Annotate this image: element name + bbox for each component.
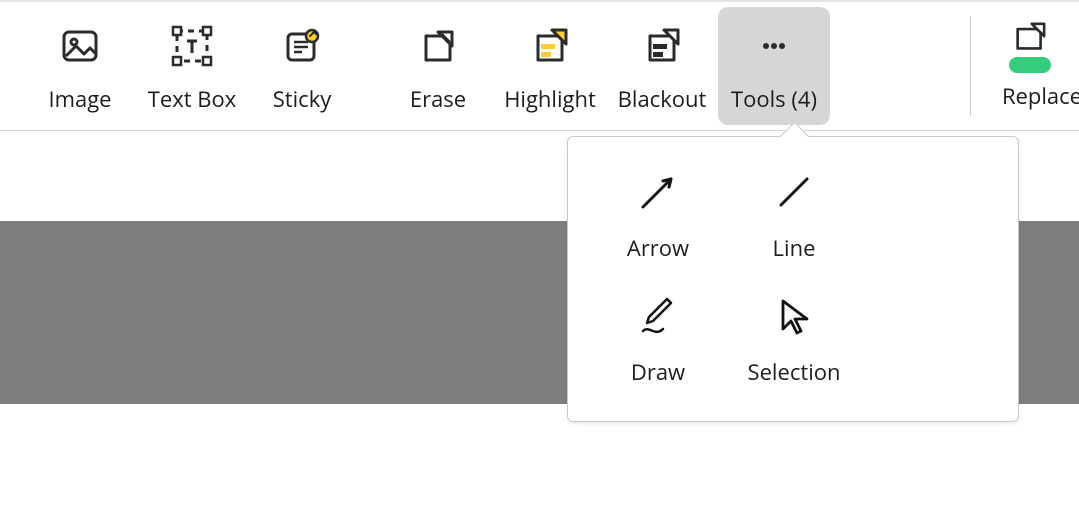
replace-button[interactable]: Replace	[971, 2, 1079, 130]
textbox-icon	[170, 24, 214, 68]
replace-label: Replace	[978, 81, 1079, 111]
sticky-button[interactable]: Sticky	[248, 7, 356, 125]
more-icon	[752, 24, 796, 68]
draw-icon	[631, 289, 685, 343]
highlight-button[interactable]: Highlight	[494, 7, 606, 125]
blackout-button[interactable]: Blackout	[606, 7, 718, 125]
draw-label: Draw	[631, 357, 685, 387]
sticky-label: Sticky	[273, 84, 332, 114]
line-icon	[767, 165, 821, 219]
arrow-label: Arrow	[627, 233, 689, 263]
erase-label: Erase	[410, 84, 466, 114]
tools-button[interactable]: Tools (4)	[718, 7, 830, 125]
erase-button[interactable]: Erase	[382, 7, 494, 125]
toolbar-left-group: Image Text Box	[0, 2, 830, 130]
blackout-icon	[640, 24, 684, 68]
image-label: Image	[48, 84, 111, 114]
line-tool[interactable]: Line	[732, 165, 856, 277]
blackout-label: Blackout	[618, 84, 707, 114]
highlight-icon	[528, 24, 572, 68]
selection-tool[interactable]: Selection	[732, 289, 856, 401]
replace-toggle[interactable]	[1009, 57, 1051, 73]
sticky-icon	[280, 24, 324, 68]
tools-popover-grid: Arrow Line Draw	[596, 165, 990, 401]
image-button[interactable]: Image	[24, 7, 136, 125]
selection-icon	[767, 289, 821, 343]
highlight-label: Highlight	[504, 84, 596, 114]
arrow-icon	[631, 165, 685, 219]
erase-icon	[416, 24, 460, 68]
replace-icon	[1010, 21, 1050, 53]
line-label: Line	[773, 233, 816, 263]
selection-label: Selection	[748, 357, 841, 387]
tools-label: Tools (4)	[731, 84, 817, 114]
arrow-tool[interactable]: Arrow	[596, 165, 720, 277]
toolbar: Image Text Box	[0, 0, 1079, 131]
tools-popover: Arrow Line Draw	[567, 136, 1019, 422]
textbox-button[interactable]: Text Box	[136, 7, 248, 125]
textbox-label: Text Box	[148, 84, 237, 114]
image-icon	[58, 24, 102, 68]
draw-tool[interactable]: Draw	[596, 289, 720, 401]
